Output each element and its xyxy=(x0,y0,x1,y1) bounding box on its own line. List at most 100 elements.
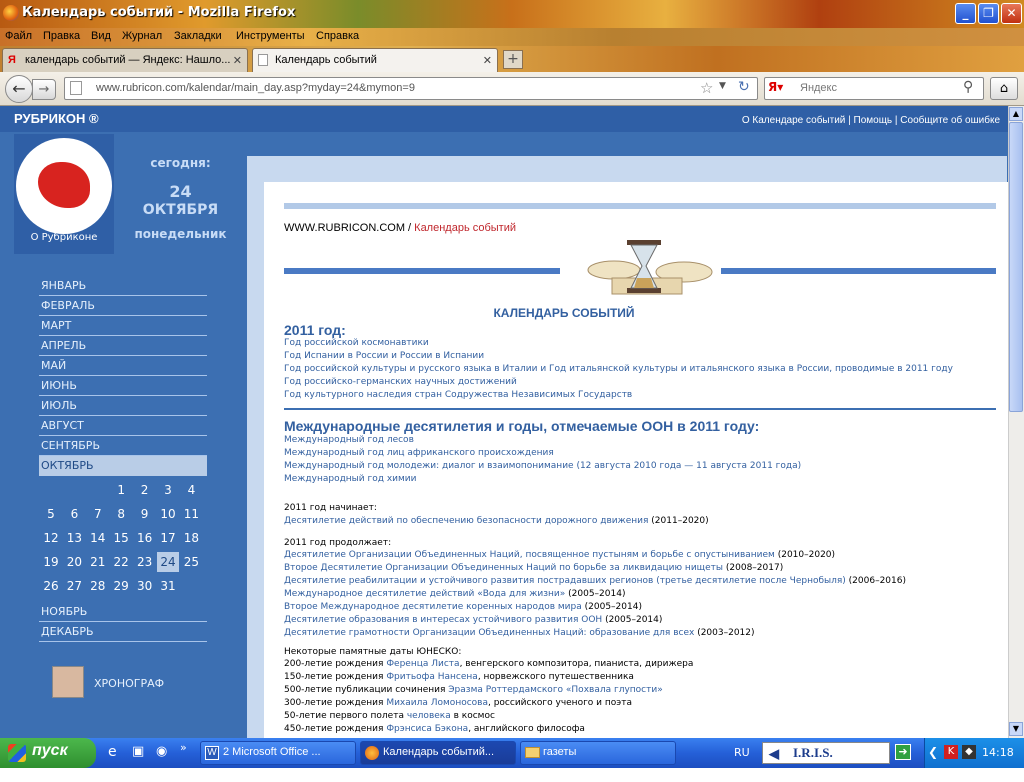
about-rubricon-link[interactable]: О Рубриконе xyxy=(14,232,114,243)
month-march[interactable]: МАРТ xyxy=(39,316,207,336)
tab-close-icon[interactable]: ✕ xyxy=(233,54,242,67)
star-icon[interactable]: ☆ xyxy=(700,79,713,97)
calendar-day[interactable]: 10 xyxy=(157,504,179,524)
menu-bookmarks[interactable]: Закладки xyxy=(174,30,222,42)
calendar-day[interactable]: 14 xyxy=(87,528,109,548)
calendar-day[interactable]: 13 xyxy=(63,528,85,548)
new-tab-button[interactable]: + xyxy=(503,50,523,69)
calendar-day[interactable]: 27 xyxy=(63,576,85,596)
calendar-day[interactable]: 24 xyxy=(157,552,179,572)
maximize-button[interactable]: ❐ xyxy=(978,3,999,24)
forward-button[interactable]: → xyxy=(32,79,56,100)
continues-link[interactable]: Десятилетие грамотности Организации Объе… xyxy=(284,628,694,638)
scroll-up-arrow-icon[interactable]: ▲ xyxy=(1009,107,1023,121)
calendar-day[interactable]: 25 xyxy=(180,552,202,572)
calendar-day[interactable]: 3 xyxy=(157,480,179,500)
scroll-thumb[interactable] xyxy=(1009,122,1023,412)
menu-view[interactable]: Вид xyxy=(91,30,111,42)
unesco-link[interactable]: Михаила Ломоносова xyxy=(386,698,488,708)
taskbar-word[interactable]: W 2 Microsoft Office ... xyxy=(200,741,356,765)
yandex-icon[interactable]: Я▾ xyxy=(768,80,783,94)
tab-calendar[interactable]: Календарь событий ✕ xyxy=(252,48,498,72)
month-august[interactable]: АВГУСТ xyxy=(39,416,207,436)
calendar-day[interactable]: 29 xyxy=(110,576,132,596)
firefox-quicklaunch-icon[interactable]: ◉ xyxy=(156,744,167,759)
calendar-day[interactable]: 21 xyxy=(87,552,109,572)
scroll-down-arrow-icon[interactable]: ▼ xyxy=(1009,722,1023,736)
taskbar-folder[interactable]: газеты xyxy=(520,741,676,765)
tray-app-icon[interactable]: ◆ xyxy=(962,745,976,759)
tab-yandex[interactable]: Я календарь событий — Яндекс: Нашло... ✕ xyxy=(2,48,248,72)
iris-toolbar[interactable]: ◀ I.R.I.S. xyxy=(762,742,890,764)
unesco-link[interactable]: Фритьофа Нансена xyxy=(386,672,478,682)
calendar-day[interactable]: 6 xyxy=(63,504,85,524)
green-arrow-icon[interactable]: ➜ xyxy=(895,744,911,760)
continues-link[interactable]: Десятилетие образования в интересах усто… xyxy=(284,615,602,625)
calendar-day[interactable]: 31 xyxy=(157,576,179,596)
month-december[interactable]: ДЕКАБРЬ xyxy=(39,622,207,642)
un-item[interactable]: Международный год лиц африканского проис… xyxy=(284,447,801,460)
month-september[interactable]: СЕНТЯБРЬ xyxy=(39,436,207,456)
begins-link[interactable]: Десятилетие действий по обеспечению безо… xyxy=(284,516,648,526)
calendar-day[interactable]: 16 xyxy=(134,528,156,548)
calendar-day[interactable]: 28 xyxy=(87,576,109,596)
continues-link[interactable]: Второе Десятилетие Организации Объединен… xyxy=(284,563,723,573)
desktop-icon[interactable]: ▣ xyxy=(132,744,144,759)
search-bar[interactable] xyxy=(764,77,984,100)
chronograph-icon[interactable] xyxy=(52,666,84,698)
year-item[interactable]: Год культурного наследия стран Содружест… xyxy=(284,389,953,402)
language-indicator[interactable]: RU xyxy=(734,746,750,759)
un-item[interactable]: Международный год молодежи: диалог и вза… xyxy=(284,460,801,473)
calendar-day[interactable]: 15 xyxy=(110,528,132,548)
calendar-day[interactable]: 5 xyxy=(40,504,62,524)
continues-link[interactable]: Десятилетие реабилитации и устойчивого р… xyxy=(284,576,846,586)
clock[interactable]: 14:18 xyxy=(982,746,1014,759)
month-february[interactable]: ФЕВРАЛЬ xyxy=(39,296,207,316)
year-item[interactable]: Год российско-германских научных достиже… xyxy=(284,376,953,389)
dropdown-icon[interactable]: ▼ xyxy=(719,81,726,91)
start-button[interactable]: пуск xyxy=(0,738,96,768)
unesco-link[interactable]: Эразма Роттердамского «Похвала глупости» xyxy=(448,685,662,695)
url-text[interactable]: www.rubricon.com/kalendar/main_day.asp?m… xyxy=(96,82,415,94)
un-item[interactable]: Международный год лесов xyxy=(284,434,801,447)
unesco-link[interactable]: Ференца Листа xyxy=(386,659,459,669)
calendar-day[interactable]: 1 xyxy=(110,480,132,500)
search-icon[interactable]: ⚲ xyxy=(963,79,973,95)
ie-icon[interactable]: e xyxy=(108,744,117,760)
back-button[interactable]: ← xyxy=(5,75,33,103)
calendar-day[interactable]: 7 xyxy=(87,504,109,524)
calendar-day[interactable]: 9 xyxy=(134,504,156,524)
calendar-day[interactable]: 26 xyxy=(40,576,62,596)
unesco-link[interactable]: человека xyxy=(407,711,451,721)
year-item[interactable]: Год российской культуры и русского языка… xyxy=(284,363,953,376)
calendar-day[interactable]: 22 xyxy=(110,552,132,572)
month-april[interactable]: АПРЕЛЬ xyxy=(39,336,207,356)
continues-link[interactable]: Второе Международное десятилетие коренны… xyxy=(284,602,582,612)
quicklaunch-more-icon[interactable]: » xyxy=(180,741,187,754)
year-item[interactable]: Год Испании в России и России в Испании xyxy=(284,350,953,363)
menu-file[interactable]: Файл xyxy=(5,30,32,42)
menu-tools[interactable]: Инструменты xyxy=(236,30,305,42)
calendar-day[interactable]: 17 xyxy=(157,528,179,548)
year-item[interactable]: Год российской космонавтики xyxy=(284,337,953,350)
month-november[interactable]: НОЯБРЬ xyxy=(39,602,207,622)
tray-expand-icon[interactable]: ❮ xyxy=(928,745,938,759)
month-october[interactable]: ОКТЯБРЬ xyxy=(39,456,207,476)
chronograph-link[interactable]: ХРОНОГРАФ xyxy=(94,677,164,690)
calendar-day[interactable]: 2 xyxy=(134,480,156,500)
calendar-day[interactable]: 19 xyxy=(40,552,62,572)
calendar-day[interactable]: 30 xyxy=(134,576,156,596)
month-may[interactable]: МАЙ xyxy=(39,356,207,376)
tab-close-icon[interactable]: ✕ xyxy=(483,54,492,67)
site-links[interactable]: О Календаре событий | Помощь | Сообщите … xyxy=(742,115,1000,126)
close-button[interactable]: ✕ xyxy=(1001,3,1022,24)
menu-edit[interactable]: Правка xyxy=(43,30,80,42)
menu-history[interactable]: Журнал xyxy=(122,30,162,42)
calendar-day[interactable]: 11 xyxy=(180,504,202,524)
taskbar-firefox[interactable]: Календарь событий... xyxy=(360,741,516,765)
breadcrumb-site[interactable]: WWW.RUBRICON.COM xyxy=(284,222,405,234)
reload-icon[interactable]: ↻ xyxy=(738,79,750,95)
month-july[interactable]: ИЮЛЬ xyxy=(39,396,207,416)
home-button[interactable]: ⌂ xyxy=(990,77,1018,100)
site-brand[interactable]: РУБРИКОН ® xyxy=(14,111,99,126)
